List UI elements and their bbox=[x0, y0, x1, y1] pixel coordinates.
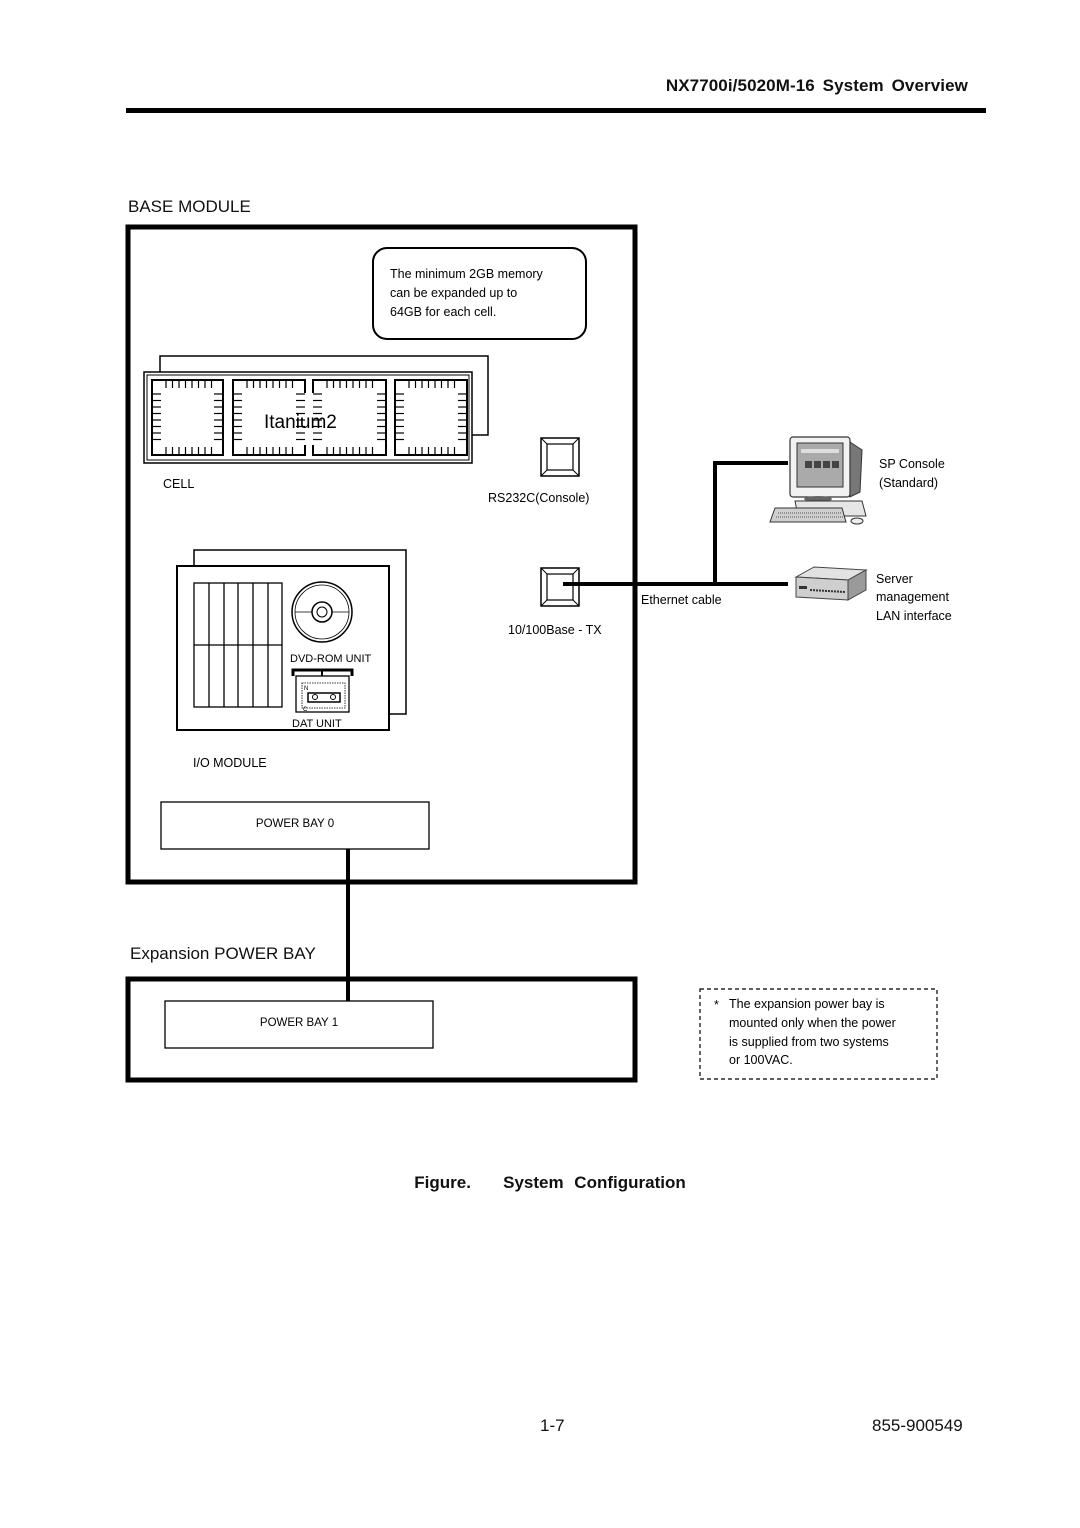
server-mgmt-label: LAN interface bbox=[876, 609, 952, 623]
power-bay-1-label: POWER BAY 1 bbox=[260, 1017, 338, 1029]
io-module-icon bbox=[176, 549, 407, 731]
memory-note-line: 64GB for each cell. bbox=[390, 305, 496, 319]
server-mgmt-label: management bbox=[876, 590, 949, 604]
dat-letter: C bbox=[303, 707, 308, 713]
document-number: 855-900549 bbox=[872, 1416, 963, 1435]
system-configuration-diagram: The minimum 2GB memory can be expanded u… bbox=[125, 224, 952, 1083]
dat-letter: N bbox=[304, 686, 308, 692]
ethernet-port-label: 10/100Base - TX bbox=[508, 623, 602, 637]
network-hub-icon bbox=[794, 566, 868, 601]
cell-label: CELL bbox=[163, 477, 194, 491]
page-number: 1-7 bbox=[540, 1416, 565, 1435]
memory-note-line: The minimum 2GB memory bbox=[390, 267, 544, 281]
rs232c-label: RS232C(Console) bbox=[488, 491, 589, 505]
power-bay-0-label: POWER BAY 0 bbox=[256, 818, 334, 830]
sp-console-label: (Standard) bbox=[879, 476, 938, 490]
ethernet-cable bbox=[563, 461, 788, 586]
dvd-rom-label: DVD-ROM UNIT bbox=[290, 653, 372, 665]
cpu-label: Itanium2 bbox=[264, 412, 337, 433]
expansion-note-line: is supplied from two systems bbox=[729, 1035, 889, 1049]
desktop-computer-icon bbox=[769, 436, 867, 525]
note-bullet: * bbox=[714, 998, 719, 1012]
dvd-rom-disc-icon bbox=[291, 581, 353, 643]
sp-console-label: SP Console bbox=[879, 457, 945, 471]
server-mgmt-label: Server bbox=[876, 572, 913, 586]
dat-unit-label: DAT UNIT bbox=[292, 718, 342, 730]
io-module-label: I/O MODULE bbox=[193, 756, 267, 770]
dat-tape-icon: N C bbox=[291, 668, 354, 713]
expansion-note-line: The expansion power bay is bbox=[729, 997, 885, 1011]
ethernet-cable-label: Ethernet cable bbox=[641, 593, 722, 607]
ethernet-port-icon bbox=[540, 567, 580, 607]
figure-caption: Figure. System Configuration bbox=[414, 1173, 686, 1192]
expansion-note-line: or 100VAC. bbox=[729, 1053, 793, 1067]
memory-note-line: can be expanded up to bbox=[390, 286, 517, 300]
rs232c-port-icon bbox=[540, 437, 580, 477]
cell-board-icon bbox=[143, 355, 489, 464]
expansion-note-line: mounted only when the power bbox=[729, 1016, 896, 1030]
